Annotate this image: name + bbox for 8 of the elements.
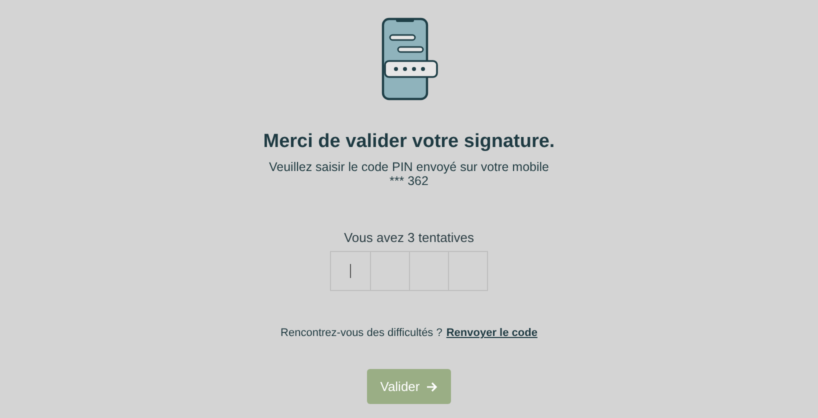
page-title: Merci de valider votre signature. — [263, 131, 555, 153]
resend-code-link[interactable]: Renvoyer le code — [446, 327, 538, 339]
attempts-text: Vous avez 3 tentatives — [344, 230, 474, 245]
instruction-text: *** 362 — [390, 174, 428, 188]
arrow-icon — [426, 380, 438, 392]
instruction-text: Veuillez saisir le code PIN envoyé sur votre mobile — [269, 160, 549, 174]
phone-message-icon — [380, 17, 438, 101]
help-text: Rencontrez-vous des difficultés ? — [280, 327, 442, 339]
